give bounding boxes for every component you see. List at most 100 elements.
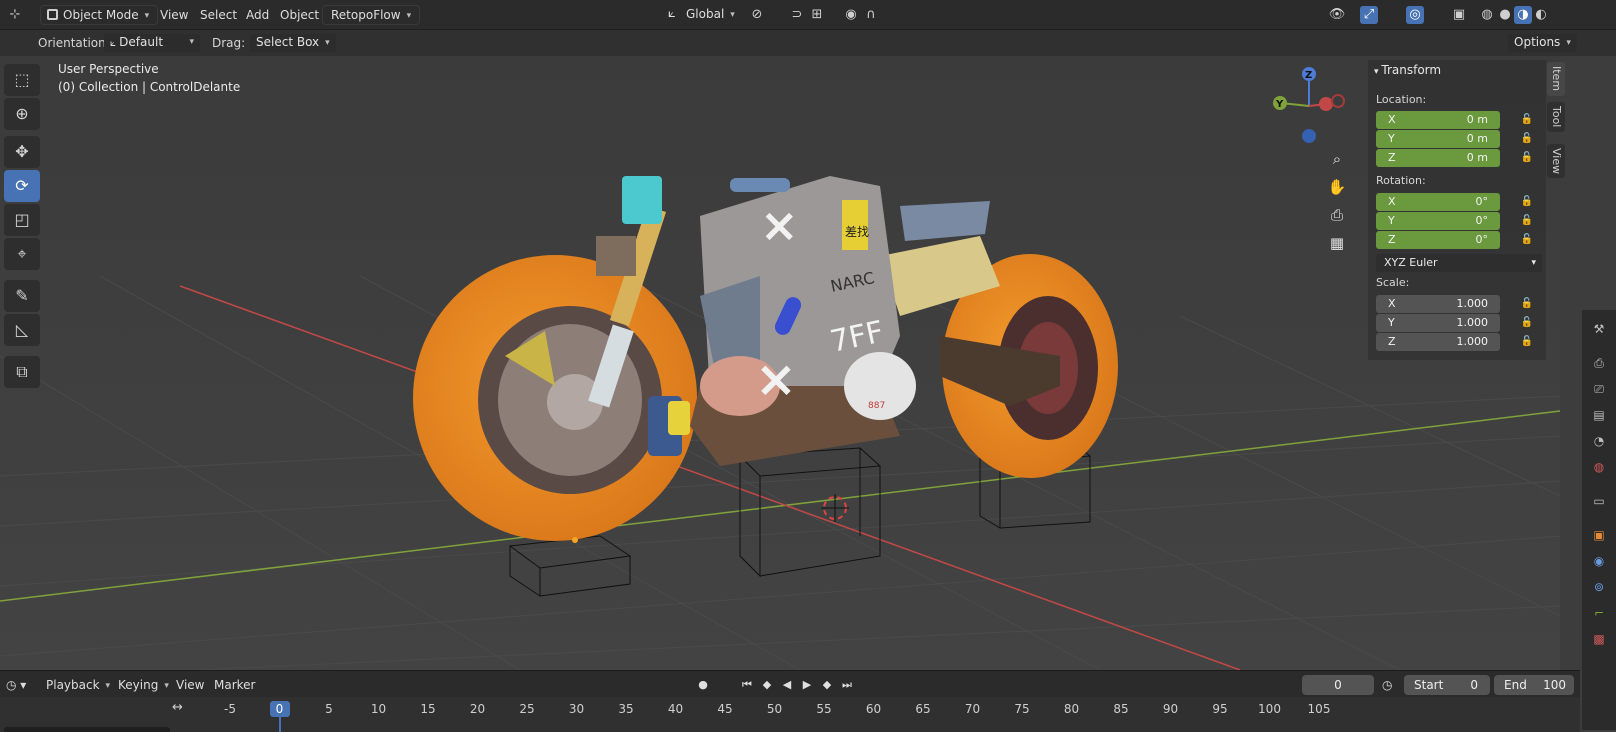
pan-hand-icon[interactable]: ✋ bbox=[1324, 174, 1350, 200]
tab-tool[interactable]: Tool bbox=[1547, 102, 1565, 132]
transform-icon[interactable]: ⌖ bbox=[4, 238, 40, 270]
camera-icon[interactable]: ⎙ bbox=[1324, 202, 1350, 228]
3d-viewport[interactable]: × × NARC 7FF 差找 887 Z Y User Perspective… bbox=[0, 56, 1560, 670]
menu-view[interactable]: View bbox=[160, 5, 188, 25]
pivot-point-icon[interactable]: ⊘ bbox=[748, 6, 766, 24]
shading-rendered-icon[interactable]: ◐ bbox=[1532, 6, 1550, 24]
chevron-down-icon: ▾ bbox=[1566, 38, 1571, 48]
ruler-tick: 35 bbox=[618, 702, 634, 716]
chevron-down-icon: ▾ bbox=[406, 11, 412, 21]
chevron-down-icon: ▾ bbox=[189, 37, 194, 47]
output-properties-icon[interactable]: ⎚ bbox=[1590, 380, 1608, 398]
jump-start-icon[interactable]: ⏮ bbox=[738, 675, 756, 695]
add-cube-icon[interactable]: ⧉ bbox=[4, 356, 40, 388]
annotate-icon[interactable]: ✎ bbox=[4, 280, 40, 312]
ruler-tick: 10 bbox=[370, 702, 387, 716]
options-dropdown[interactable]: Options ▾ bbox=[1508, 34, 1577, 52]
scale-y-field[interactable]: Y 1.000 bbox=[1376, 314, 1500, 332]
view-layer-icon[interactable]: ▤ bbox=[1590, 406, 1608, 424]
range-arrows-icon[interactable]: ↔ bbox=[172, 700, 183, 715]
search-input[interactable]: ⌕ bbox=[4, 727, 170, 732]
rotation-y-field[interactable]: Y 0° bbox=[1376, 212, 1500, 230]
keying-menu[interactable]: Keying ▾ bbox=[118, 675, 169, 695]
tab-item[interactable]: Item bbox=[1547, 62, 1565, 96]
start-frame-field[interactable]: Start 0 bbox=[1404, 675, 1490, 695]
current-frame-field[interactable]: 0 bbox=[1302, 675, 1374, 695]
scale-x-field[interactable]: X 1.000 bbox=[1376, 295, 1500, 313]
move-icon[interactable]: ✥ bbox=[4, 136, 40, 168]
jump-end-icon[interactable]: ⏭ bbox=[838, 675, 856, 695]
proportional-edit-icon[interactable]: ◉ bbox=[842, 6, 860, 24]
xray-icon[interactable]: ▣ bbox=[1450, 6, 1468, 24]
orientation-dropdown[interactable]: ⟀ Default ▾ bbox=[104, 34, 200, 52]
lock-icon[interactable]: 🔓 bbox=[1520, 151, 1534, 165]
record-icon[interactable]: ● bbox=[694, 675, 712, 695]
rotation-z-field[interactable]: Z 0° bbox=[1376, 231, 1500, 249]
scale-z-field[interactable]: Z 1.000 bbox=[1376, 333, 1500, 351]
lock-icon[interactable]: 🔓 bbox=[1520, 113, 1534, 127]
menu-object[interactable]: Object bbox=[280, 5, 319, 25]
location-x-field[interactable]: X0 m bbox=[1376, 111, 1500, 129]
rotation-x-field[interactable]: X 0° bbox=[1376, 193, 1500, 211]
snap-target-icon[interactable]: ⊞ bbox=[808, 6, 826, 24]
drag-dropdown[interactable]: Select Box ▾ bbox=[250, 34, 336, 52]
timeline-view-menu[interactable]: View bbox=[176, 675, 204, 695]
measure-icon[interactable]: ◺ bbox=[4, 314, 40, 346]
menu-add[interactable]: Add bbox=[246, 5, 269, 25]
tool-properties-icon[interactable]: ⚒ bbox=[1590, 320, 1608, 338]
editor-type-icon[interactable]: ⊹ bbox=[6, 6, 24, 24]
location-z-field[interactable]: Z0 m bbox=[1376, 149, 1500, 167]
frame-ruler[interactable]: ⌕ ↔ -5 0 5 10 15 20 25 30 35 40 45 50 55 60 65 70 75 80 85… bbox=[0, 697, 1580, 732]
render-properties-icon[interactable]: ⎙ bbox=[1590, 354, 1608, 372]
lock-icon[interactable]: 🔓 bbox=[1520, 132, 1534, 146]
scale-icon[interactable]: ◰ bbox=[4, 204, 40, 236]
chevron-down-icon: ▾ bbox=[730, 10, 735, 20]
scene-properties-icon[interactable]: ◔ bbox=[1590, 432, 1608, 450]
marker-menu[interactable]: Marker bbox=[214, 675, 255, 695]
overlays-icon[interactable]: ◎ bbox=[1406, 6, 1424, 24]
lock-icon[interactable]: 🔓 bbox=[1520, 233, 1534, 247]
transform-panel-header[interactable]: ▾ Transform bbox=[1374, 63, 1441, 77]
shading-solid-icon[interactable]: ● bbox=[1496, 6, 1514, 24]
cursor-icon[interactable]: ⊕ bbox=[4, 98, 40, 130]
perspective-grid-icon[interactable]: ▦ bbox=[1324, 230, 1350, 256]
object-properties-icon[interactable]: ▣ bbox=[1590, 526, 1608, 544]
rotate-icon[interactable]: ⟳ bbox=[4, 170, 40, 202]
lock-icon[interactable]: 🔓 bbox=[1520, 316, 1534, 330]
falloff-curve-icon[interactable]: ∩ bbox=[862, 6, 880, 24]
stopwatch-icon[interactable]: ◷ bbox=[1382, 675, 1392, 695]
prev-keyframe-icon[interactable]: ◆ bbox=[758, 675, 776, 695]
gizmo-toggle-icon[interactable]: ⤢ bbox=[1360, 6, 1378, 24]
retopoflow-menu[interactable]: RetopoFlow ▾ bbox=[322, 5, 421, 25]
constraints-icon[interactable]: ⌐ bbox=[1590, 604, 1608, 622]
collection-properties-icon[interactable]: ▭ bbox=[1590, 492, 1608, 510]
rotation-mode-dropdown[interactable]: XYZ Euler ▾ bbox=[1376, 254, 1542, 272]
play-icon[interactable]: ▶ bbox=[798, 675, 816, 695]
select-box-icon[interactable]: ⬚ bbox=[4, 64, 40, 96]
play-reverse-icon[interactable]: ◀ bbox=[778, 675, 796, 695]
view-perspective-label: User Perspective bbox=[58, 62, 159, 76]
world-properties-icon[interactable]: ◍ bbox=[1590, 458, 1608, 476]
lock-icon[interactable]: 🔓 bbox=[1520, 335, 1534, 349]
editor-type-icon[interactable]: ◷ ▾ bbox=[6, 675, 26, 695]
physics-properties-icon[interactable]: ⊚ bbox=[1590, 578, 1608, 596]
lock-icon[interactable]: 🔓 bbox=[1520, 214, 1534, 228]
next-keyframe-icon[interactable]: ◆ bbox=[818, 675, 836, 695]
playback-menu[interactable]: Playback ▾ bbox=[46, 675, 110, 695]
mode-dropdown[interactable]: Object Mode ▾ bbox=[40, 5, 159, 25]
location-label: Location: bbox=[1376, 93, 1427, 106]
end-frame-field[interactable]: End 100 bbox=[1494, 675, 1574, 695]
location-y-field[interactable]: Y0 m bbox=[1376, 130, 1500, 148]
texture-properties-icon[interactable]: ▩ bbox=[1590, 630, 1608, 648]
menu-select[interactable]: Select bbox=[200, 5, 237, 25]
shading-wireframe-icon[interactable]: ◍ bbox=[1478, 6, 1496, 24]
shading-material-icon[interactable]: ◑ bbox=[1514, 6, 1532, 24]
lock-icon[interactable]: 🔓 bbox=[1520, 297, 1534, 311]
lock-icon[interactable]: 🔓 bbox=[1520, 195, 1534, 209]
snap-icon[interactable]: ⊃ bbox=[788, 6, 806, 24]
visibility-icon[interactable]: 👁 bbox=[1328, 6, 1346, 24]
tab-view[interactable]: View bbox=[1547, 144, 1565, 178]
zoom-icon[interactable]: ⌕ bbox=[1324, 146, 1350, 172]
transform-orientation-dropdown[interactable]: ⟀ Global ▾ bbox=[664, 5, 743, 25]
modifier-properties-icon[interactable]: ◉ bbox=[1590, 552, 1608, 570]
